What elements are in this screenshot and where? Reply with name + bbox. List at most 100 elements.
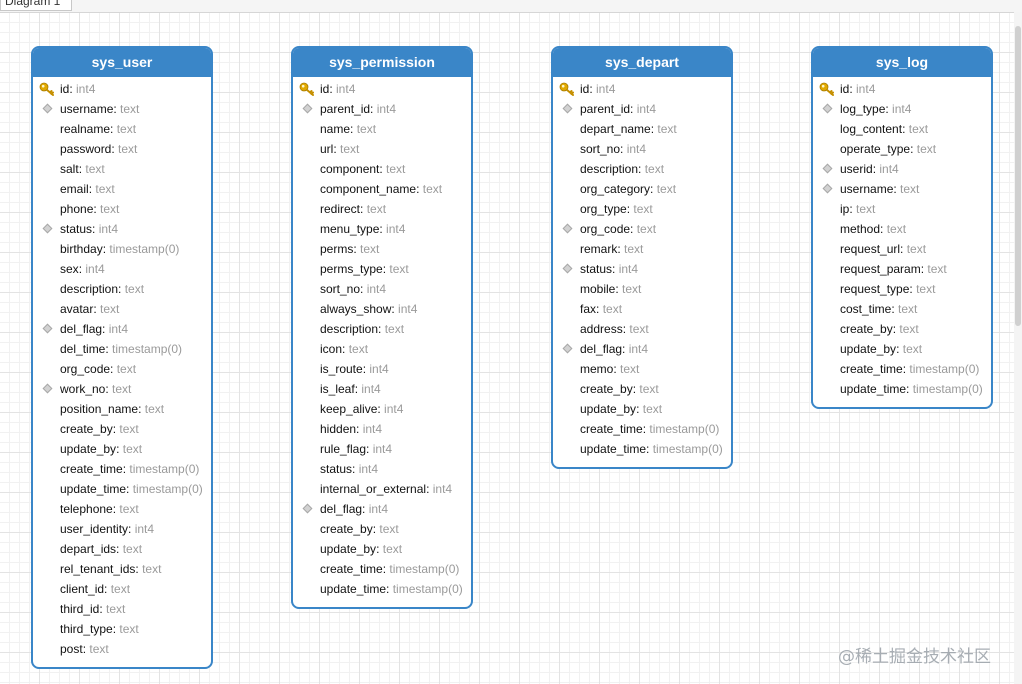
column-row[interactable]: cost_time: text — [813, 299, 991, 319]
column-row[interactable]: password: text — [33, 139, 211, 159]
column-row[interactable]: operate_type: text — [813, 139, 991, 159]
column-row[interactable]: org_type: text — [553, 199, 731, 219]
column-row[interactable]: create_time: timestamp(0) — [33, 459, 211, 479]
column-row[interactable]: del_flag: int4 — [293, 499, 471, 519]
column-row[interactable]: sort_no: int4 — [553, 139, 731, 159]
column-row[interactable]: update_by: text — [33, 439, 211, 459]
column-row[interactable]: update_time: timestamp(0) — [553, 439, 731, 459]
column-row[interactable]: log_content: text — [813, 119, 991, 139]
diagram-canvas[interactable]: Diagram 1 sys_user id: int4 username: tex… — [0, 0, 1022, 684]
column-row[interactable]: client_id: text — [33, 579, 211, 599]
column-row[interactable]: depart_name: text — [553, 119, 731, 139]
column-row[interactable]: request_param: text — [813, 259, 991, 279]
column-row[interactable]: ip: text — [813, 199, 991, 219]
column-row[interactable]: component_name: text — [293, 179, 471, 199]
column-row[interactable]: salt: text — [33, 159, 211, 179]
column-row[interactable]: address: text — [553, 319, 731, 339]
column-row[interactable]: update_by: text — [293, 539, 471, 559]
column-row[interactable]: menu_type: int4 — [293, 219, 471, 239]
column-row[interactable]: update_time: timestamp(0) — [293, 579, 471, 599]
column-row[interactable]: create_by: text — [813, 319, 991, 339]
column-row[interactable]: sex: int4 — [33, 259, 211, 279]
column-row[interactable]: create_time: timestamp(0) — [553, 419, 731, 439]
column-row[interactable]: update_time: timestamp(0) — [813, 379, 991, 399]
column-row[interactable]: create_by: text — [553, 379, 731, 399]
table-sys-log[interactable]: sys_log id: int4 log_type: int4 log_conten… — [811, 46, 993, 409]
column-row[interactable]: keep_alive: int4 — [293, 399, 471, 419]
column-row[interactable]: org_code: text — [553, 219, 731, 239]
column-row[interactable]: position_name: text — [33, 399, 211, 419]
column-row[interactable]: parent_id: int4 — [553, 99, 731, 119]
column-row[interactable]: perms: text — [293, 239, 471, 259]
column-row[interactable]: perms_type: text — [293, 259, 471, 279]
column-row[interactable]: realname: text — [33, 119, 211, 139]
column-row[interactable]: request_type: text — [813, 279, 991, 299]
column-row[interactable]: request_url: text — [813, 239, 991, 259]
column-row[interactable]: username: text — [33, 99, 211, 119]
column-row[interactable]: description: text — [553, 159, 731, 179]
column-row[interactable]: userid: int4 — [813, 159, 991, 179]
column-row[interactable]: name: text — [293, 119, 471, 139]
column-row[interactable]: org_code: text — [33, 359, 211, 379]
column-row[interactable]: username: text — [813, 179, 991, 199]
column-row[interactable]: always_show: int4 — [293, 299, 471, 319]
column-row[interactable]: memo: text — [553, 359, 731, 379]
column-row[interactable]: description: text — [293, 319, 471, 339]
column-row[interactable]: create_time: timestamp(0) — [293, 559, 471, 579]
column-row[interactable]: status: int4 — [33, 219, 211, 239]
column-row[interactable]: work_no: text — [33, 379, 211, 399]
column-row[interactable]: org_category: text — [553, 179, 731, 199]
table-sys-permission[interactable]: sys_permission id: int4 parent_id: int4 na… — [291, 46, 473, 609]
column-row[interactable]: status: int4 — [293, 459, 471, 479]
column-row[interactable]: component: text — [293, 159, 471, 179]
column-row[interactable]: phone: text — [33, 199, 211, 219]
column-row[interactable]: user_identity: int4 — [33, 519, 211, 539]
column-row[interactable]: status: int4 — [553, 259, 731, 279]
column-row[interactable]: create_by: text — [293, 519, 471, 539]
column-name: sort_no — [320, 282, 361, 296]
column-row[interactable]: update_by: text — [553, 399, 731, 419]
column-row[interactable]: create_time: timestamp(0) — [813, 359, 991, 379]
column-row[interactable]: internal_or_external: int4 — [293, 479, 471, 499]
column-row[interactable]: rule_flag: int4 — [293, 439, 471, 459]
scrollbar-thumb[interactable] — [1015, 26, 1021, 326]
table-sys-depart[interactable]: sys_depart id: int4 parent_id: int4 depart… — [551, 46, 733, 469]
column-row[interactable]: update_time: timestamp(0) — [33, 479, 211, 499]
column-row[interactable]: url: text — [293, 139, 471, 159]
column-row[interactable]: parent_id: int4 — [293, 99, 471, 119]
column-row[interactable]: mobile: text — [553, 279, 731, 299]
column-row[interactable]: id: int4 — [33, 79, 211, 99]
column-row[interactable]: hidden: int4 — [293, 419, 471, 439]
column-row[interactable]: birthday: timestamp(0) — [33, 239, 211, 259]
column-row[interactable]: create_by: text — [33, 419, 211, 439]
column-row[interactable]: depart_ids: text — [33, 539, 211, 559]
column-row[interactable]: remark: text — [553, 239, 731, 259]
table-sys-user[interactable]: sys_user id: int4 username: text realname:… — [31, 46, 213, 669]
column-row[interactable]: id: int4 — [813, 79, 991, 99]
tab-diagram-1[interactable]: Diagram 1 — [0, 0, 72, 11]
column-row[interactable]: update_by: text — [813, 339, 991, 359]
column-type: int4 — [879, 162, 899, 176]
column-row[interactable]: third_type: text — [33, 619, 211, 639]
column-row[interactable]: is_leaf: int4 — [293, 379, 471, 399]
column-row[interactable]: telephone: text — [33, 499, 211, 519]
column-row[interactable]: third_id: text — [33, 599, 211, 619]
column-row[interactable]: is_route: int4 — [293, 359, 471, 379]
column-row[interactable]: method: text — [813, 219, 991, 239]
column-row[interactable]: del_time: timestamp(0) — [33, 339, 211, 359]
column-row[interactable]: avatar: text — [33, 299, 211, 319]
column-row[interactable]: log_type: int4 — [813, 99, 991, 119]
column-row[interactable]: email: text — [33, 179, 211, 199]
column-row[interactable]: del_flag: int4 — [553, 339, 731, 359]
column-row[interactable]: icon: text — [293, 339, 471, 359]
column-row[interactable]: post: text — [33, 639, 211, 659]
column-row[interactable]: redirect: text — [293, 199, 471, 219]
column-row[interactable]: sort_no: int4 — [293, 279, 471, 299]
column-row[interactable]: description: text — [33, 279, 211, 299]
column-row[interactable]: del_flag: int4 — [33, 319, 211, 339]
vertical-scrollbar[interactable] — [1014, 12, 1022, 684]
column-row[interactable]: rel_tenant_ids: text — [33, 559, 211, 579]
column-row[interactable]: fax: text — [553, 299, 731, 319]
column-row[interactable]: id: int4 — [293, 79, 471, 99]
column-row[interactable]: id: int4 — [553, 79, 731, 99]
